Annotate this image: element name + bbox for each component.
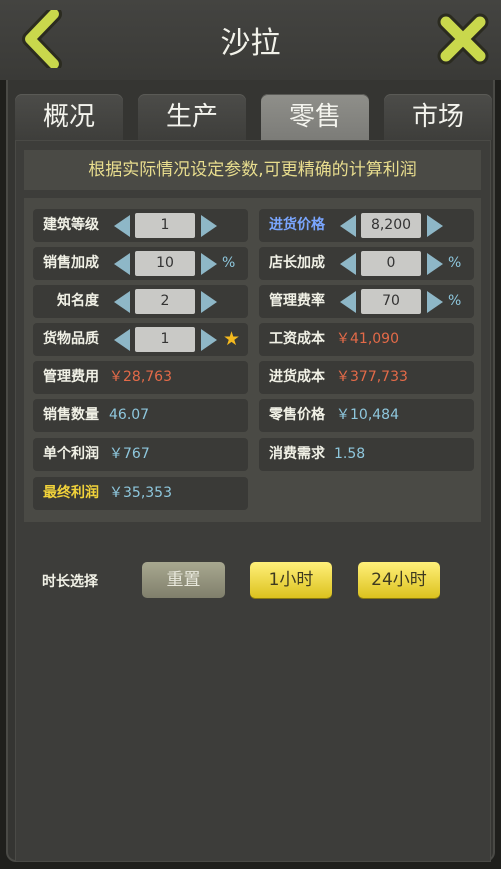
sales-bonus-unit: %: [222, 255, 236, 271]
24-hour-button[interactable]: 24小时: [358, 562, 440, 598]
tab-retail[interactable]: 零售: [261, 94, 369, 142]
unit-profit-row: 单个利润 ￥767: [33, 438, 248, 471]
retail-price-label: 零售价格: [269, 407, 325, 423]
popularity-row: 知名度 2: [33, 285, 248, 318]
popularity-decrease-icon[interactable]: [114, 291, 130, 313]
mgmt-fee-label: 管理费用: [43, 369, 99, 385]
wage-cost-row: 工资成本 ￥41,090: [259, 323, 474, 356]
purchase-price-increase-icon[interactable]: [427, 215, 443, 237]
purchase-cost-row: 进货成本 ￥377,733: [259, 361, 474, 394]
demand-value: 1.58: [334, 446, 366, 462]
popularity-input[interactable]: 2: [135, 289, 195, 314]
unit-profit-label: 单个利润: [43, 446, 99, 462]
tab-overview[interactable]: 概况: [15, 94, 123, 140]
sales-bonus-row: 销售加成 10 %: [33, 247, 248, 280]
tab-production[interactable]: 生产: [138, 94, 246, 140]
mgmt-fee-row: 管理费用 ￥28,763: [33, 361, 248, 394]
building-level-label: 建筑等级: [43, 217, 99, 233]
parameter-grid: 建筑等级 1 进货价格 8,200 销售加成 10 % 店长加成 0 % 知名度…: [24, 198, 481, 522]
sales-bonus-increase-icon[interactable]: [201, 253, 217, 275]
purchase-cost-value: ￥377,733: [336, 369, 408, 385]
duration-label: 时长选择: [42, 574, 98, 590]
notice-banner: 根据实际情况设定参数,可更精确的计算利润: [24, 150, 481, 190]
building-level-increase-icon[interactable]: [201, 215, 217, 237]
quality-increase-icon[interactable]: [201, 329, 217, 351]
final-profit-label: 最终利润: [43, 485, 99, 501]
sales-qty-value: 46.07: [109, 407, 150, 423]
building-level-input[interactable]: 1: [135, 213, 195, 238]
mgmt-rate-label: 管理费率: [269, 293, 325, 309]
wage-cost-label: 工资成本: [269, 331, 325, 347]
purchase-price-input[interactable]: 8,200: [361, 213, 421, 238]
manager-bonus-decrease-icon[interactable]: [340, 253, 356, 275]
sales-qty-label: 销售数量: [43, 407, 99, 423]
tab-market[interactable]: 市场: [384, 94, 492, 140]
mgmt-fee-value: ￥28,763: [109, 369, 172, 385]
purchase-cost-label: 进货成本: [269, 369, 325, 385]
sales-bonus-label: 销售加成: [43, 255, 99, 271]
quality-input[interactable]: 1: [135, 327, 195, 352]
demand-row: 消费需求 1.58: [259, 438, 474, 471]
header-bar: 沙拉: [0, 0, 501, 80]
popularity-label: 知名度: [57, 293, 99, 309]
building-level-row: 建筑等级 1: [33, 209, 248, 242]
sales-bonus-input[interactable]: 10: [135, 251, 195, 276]
popularity-increase-icon[interactable]: [201, 291, 217, 313]
mgmt-rate-unit: %: [448, 293, 462, 309]
purchase-price-label: 进货价格: [269, 217, 325, 233]
star-icon: ★: [223, 328, 241, 350]
manager-bonus-increase-icon[interactable]: [427, 253, 443, 275]
building-level-decrease-icon[interactable]: [114, 215, 130, 237]
mgmt-rate-row: 管理费率 70 %: [259, 285, 474, 318]
manager-bonus-label: 店长加成: [269, 255, 325, 271]
retail-price-value: ￥10,484: [336, 407, 399, 423]
quality-row: 货物品质 1 ★: [33, 323, 248, 356]
mgmt-rate-decrease-icon[interactable]: [340, 291, 356, 313]
unit-profit-value: ￥767: [109, 446, 150, 462]
sales-qty-row: 销售数量 46.07: [33, 399, 248, 432]
mgmt-rate-increase-icon[interactable]: [427, 291, 443, 313]
final-profit-value: ￥35,353: [109, 485, 172, 501]
manager-bonus-unit: %: [448, 255, 462, 271]
purchase-price-decrease-icon[interactable]: [340, 215, 356, 237]
sales-bonus-decrease-icon[interactable]: [114, 253, 130, 275]
tab-bar: 概况 生产 零售 市场: [0, 94, 501, 142]
purchase-price-row: 进货价格 8,200: [259, 209, 474, 242]
mgmt-rate-input[interactable]: 70: [361, 289, 421, 314]
one-hour-button[interactable]: 1小时: [250, 562, 332, 598]
retail-price-row: 零售价格 ￥10,484: [259, 399, 474, 432]
demand-label: 消费需求: [269, 446, 325, 462]
page-title: 沙拉: [220, 26, 281, 61]
final-profit-row: 最终利润 ￥35,353: [33, 477, 248, 510]
manager-bonus-input[interactable]: 0: [361, 251, 421, 276]
quality-decrease-icon[interactable]: [114, 329, 130, 351]
manager-bonus-row: 店长加成 0 %: [259, 247, 474, 280]
reset-button[interactable]: 重置: [142, 562, 225, 598]
wage-cost-value: ￥41,090: [336, 331, 399, 347]
close-icon[interactable]: [436, 12, 490, 66]
quality-label: 货物品质: [43, 331, 99, 347]
